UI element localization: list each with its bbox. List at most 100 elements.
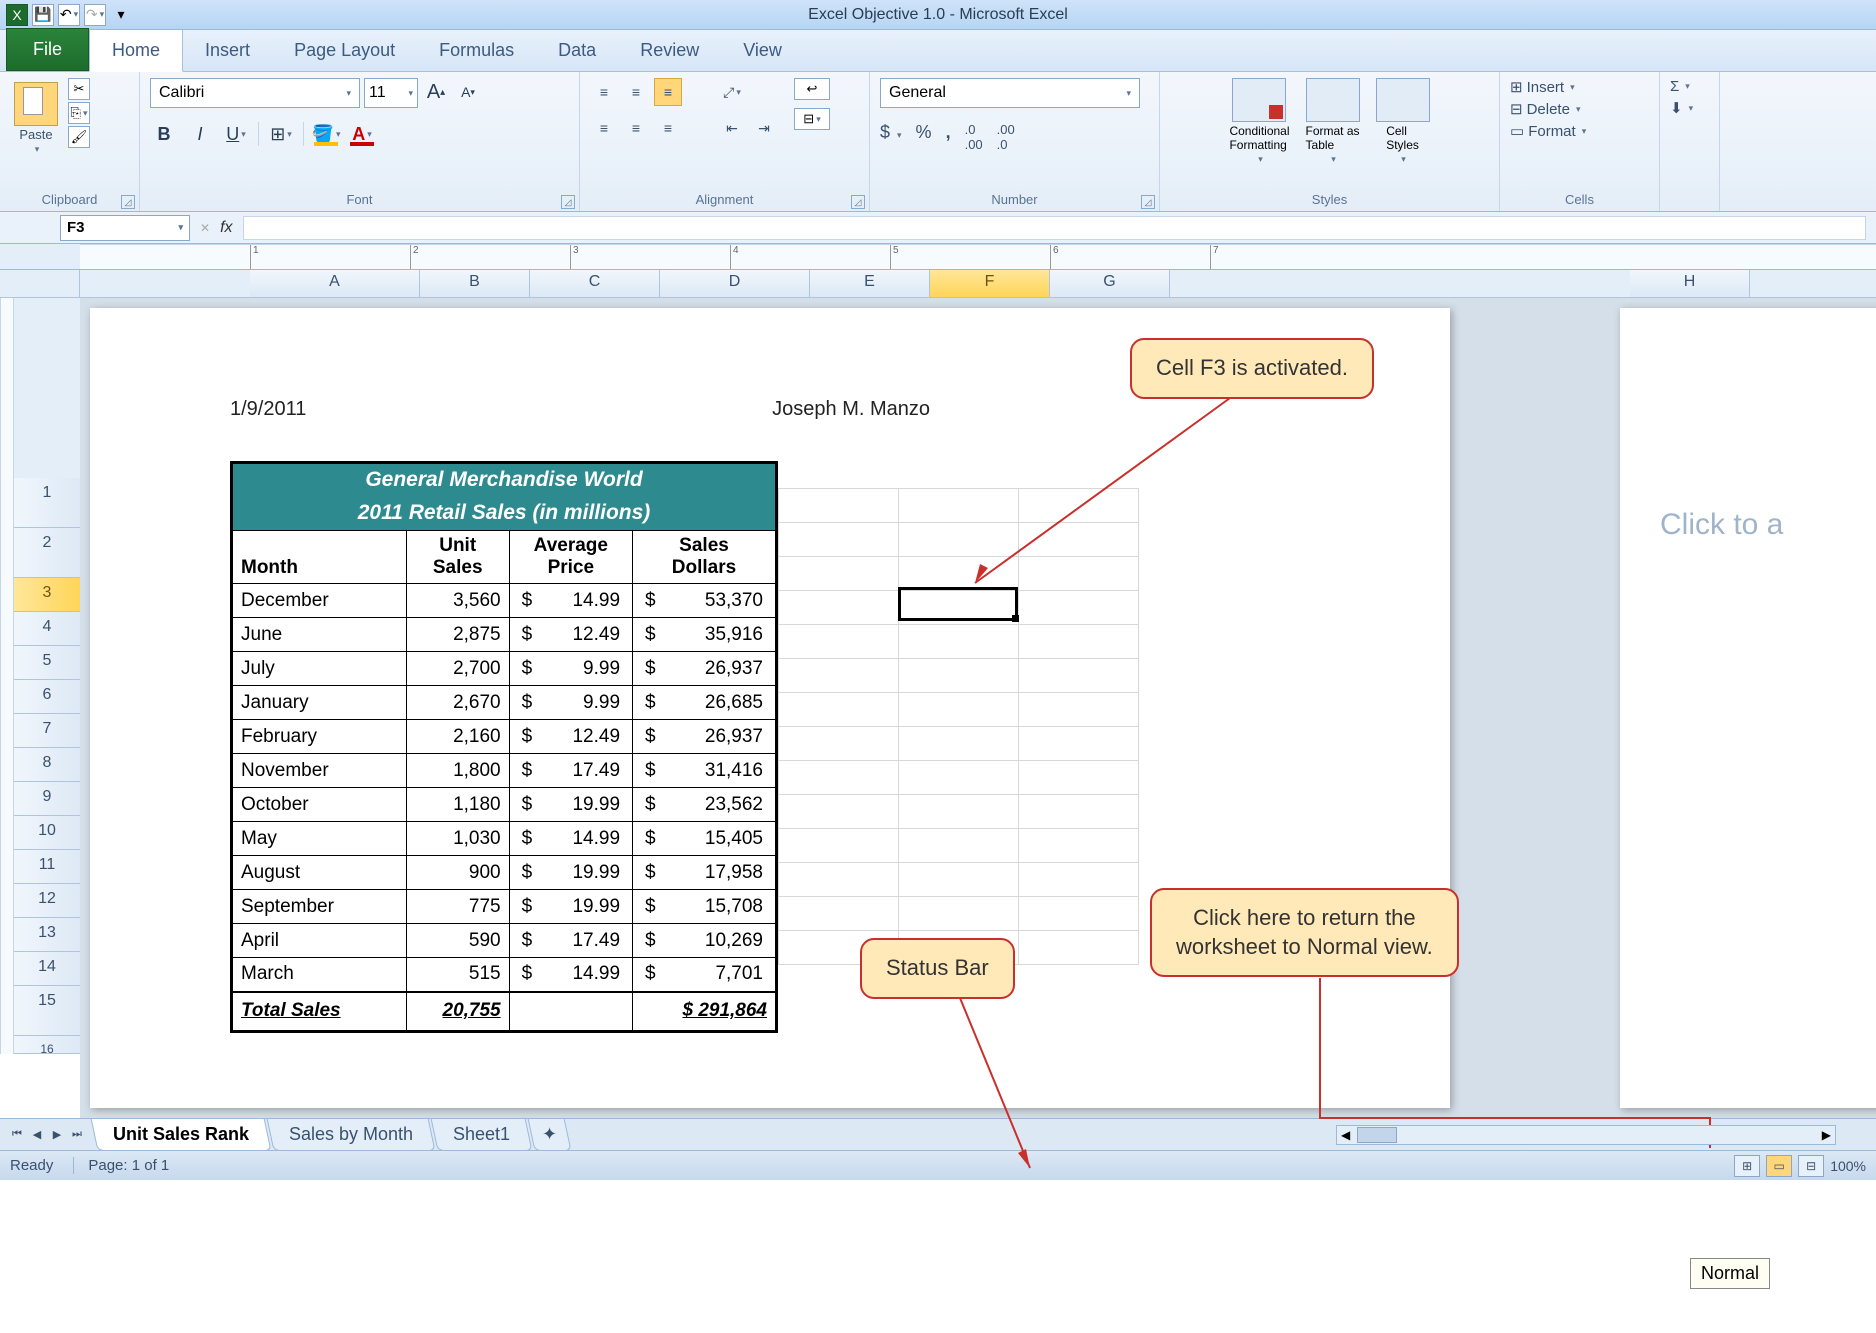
sheet-nav-prev[interactable]: ◀ xyxy=(28,1126,46,1144)
shrink-font-icon[interactable]: A▾ xyxy=(454,78,482,106)
table-row[interactable]: December3,560$14.99$53,370 xyxy=(232,584,777,618)
formula-input[interactable] xyxy=(243,216,1866,240)
col-header-h[interactable]: H xyxy=(1630,270,1750,297)
copy-icon[interactable]: ⎘▾ xyxy=(68,102,90,124)
col-header-a[interactable]: A xyxy=(250,270,420,297)
format-as-table-button[interactable]: Format as Table▾ xyxy=(1306,78,1360,165)
new-sheet-button[interactable]: ✦ xyxy=(528,1118,572,1151)
insert-cells-button[interactable]: ⊞Insert ▾ xyxy=(1510,78,1586,96)
italic-button[interactable]: I xyxy=(186,120,214,148)
qat-customize-icon[interactable]: ▾ xyxy=(110,4,132,26)
accounting-format-button[interactable]: $ ▾ xyxy=(880,122,902,152)
alignment-launcher[interactable]: ◿ xyxy=(851,195,865,209)
borders-button[interactable]: ⊞▾ xyxy=(267,120,295,148)
tab-review[interactable]: Review xyxy=(618,30,721,71)
tab-page-layout[interactable]: Page Layout xyxy=(272,30,417,71)
table-row[interactable]: April590$17.49$10,269 xyxy=(232,924,777,958)
col-header-f[interactable]: F xyxy=(930,270,1050,297)
bold-button[interactable]: B xyxy=(150,120,178,148)
row-header-14[interactable]: 14 xyxy=(14,952,80,986)
row-header-5[interactable]: 5 xyxy=(14,646,80,680)
fill-color-button[interactable]: 🪣▾ xyxy=(312,120,340,148)
row-header-6[interactable]: 6 xyxy=(14,680,80,714)
align-center-icon[interactable]: ≡ xyxy=(622,114,650,142)
sheet-nav-last[interactable]: ⏭ xyxy=(68,1126,86,1144)
clipboard-launcher[interactable]: ◿ xyxy=(121,195,135,209)
table-row[interactable]: January2,670$9.99$26,685 xyxy=(232,686,777,720)
col-header-b[interactable]: B xyxy=(420,270,530,297)
sheet-tab-sheet1[interactable]: Sheet1 xyxy=(431,1118,533,1151)
merge-center-icon[interactable]: ⊟▾ xyxy=(794,108,830,130)
active-cell-f3[interactable] xyxy=(898,587,1018,621)
orientation-icon[interactable]: ⤢▾ xyxy=(718,78,746,106)
sheet-tab-sales-by-month[interactable]: Sales by Month xyxy=(267,1118,436,1151)
row-header-15[interactable]: 15 xyxy=(14,986,80,1036)
underline-button[interactable]: U▾ xyxy=(222,120,250,148)
view-page-layout-button[interactable]: ▭ xyxy=(1766,1155,1792,1177)
col-header-c[interactable]: C xyxy=(530,270,660,297)
delete-cells-button[interactable]: ⊟Delete ▾ xyxy=(1510,100,1586,118)
tab-view[interactable]: View xyxy=(721,30,804,71)
row-header-11[interactable]: 11 xyxy=(14,850,80,884)
align-bottom-icon[interactable]: ≡ xyxy=(654,78,682,106)
align-right-icon[interactable]: ≡ xyxy=(654,114,682,142)
undo-icon[interactable]: ↶▾ xyxy=(58,4,80,26)
row-header-3[interactable]: 3 xyxy=(14,578,80,612)
wrap-text-icon[interactable]: ↩ xyxy=(794,78,830,100)
row-header-9[interactable]: 9 xyxy=(14,782,80,816)
table-row[interactable]: October1,180$19.99$23,562 xyxy=(232,788,777,822)
sheet-tab-unit-sales-rank[interactable]: Unit Sales Rank xyxy=(90,1118,271,1151)
grow-font-icon[interactable]: A▴ xyxy=(422,78,450,106)
increase-indent-icon[interactable]: ⇥ xyxy=(750,114,778,142)
tab-formulas[interactable]: Formulas xyxy=(417,30,536,71)
excel-app-icon[interactable]: X xyxy=(6,4,28,26)
file-tab[interactable]: File xyxy=(6,28,89,71)
align-left-icon[interactable]: ≡ xyxy=(590,114,618,142)
row-header-8[interactable]: 8 xyxy=(14,748,80,782)
row-header-1[interactable]: 1 xyxy=(14,478,80,528)
font-launcher[interactable]: ◿ xyxy=(561,195,575,209)
row-header-2[interactable]: 2 xyxy=(14,528,80,578)
font-name-dropdown[interactable]: Calibri▾ xyxy=(150,78,360,108)
horizontal-scrollbar[interactable]: ◀ ▶ xyxy=(1336,1125,1836,1145)
conditional-formatting-button[interactable]: Conditional Formatting▾ xyxy=(1229,78,1289,165)
font-color-button[interactable]: A▾ xyxy=(348,120,376,148)
increase-decimal-button[interactable]: .0.00 xyxy=(965,122,983,152)
table-row[interactable]: September775$19.99$15,708 xyxy=(232,890,777,924)
redo-icon[interactable]: ↷▾ xyxy=(84,4,106,26)
sheet-nav-next[interactable]: ▶ xyxy=(48,1126,66,1144)
view-page-break-button[interactable]: ⊟ xyxy=(1798,1155,1824,1177)
fill-button[interactable]: ⬇ ▾ xyxy=(1670,99,1693,117)
col-header-d[interactable]: D xyxy=(660,270,810,297)
comma-format-button[interactable]: , xyxy=(946,122,951,152)
table-row[interactable]: July2,700$9.99$26,937 xyxy=(232,652,777,686)
table-row[interactable]: May1,030$14.99$15,405 xyxy=(232,822,777,856)
format-cells-button[interactable]: ▭Format ▾ xyxy=(1510,122,1586,140)
tab-home[interactable]: Home xyxy=(89,29,183,72)
autosum-button[interactable]: Σ ▾ xyxy=(1670,78,1693,95)
number-launcher[interactable]: ◿ xyxy=(1141,195,1155,209)
table-row[interactable]: June2,875$12.49$35,916 xyxy=(232,618,777,652)
row-header-4[interactable]: 4 xyxy=(14,612,80,646)
name-box[interactable]: F3▾ xyxy=(60,215,190,241)
table-row[interactable]: November1,800$17.49$31,416 xyxy=(232,754,777,788)
table-row[interactable]: February2,160$12.49$26,937 xyxy=(232,720,777,754)
col-header-g[interactable]: G xyxy=(1050,270,1170,297)
save-icon[interactable]: 💾 xyxy=(32,4,54,26)
row-header-12[interactable]: 12 xyxy=(14,884,80,918)
number-format-dropdown[interactable]: General▾ xyxy=(880,78,1140,108)
format-painter-icon[interactable]: 🖌 xyxy=(68,126,90,148)
empty-cells-grid[interactable] xyxy=(778,488,1139,965)
row-header-16[interactable]: 16 xyxy=(14,1036,80,1054)
sheet-nav-first[interactable]: ⏮ xyxy=(8,1126,26,1144)
align-top-icon[interactable]: ≡ xyxy=(590,78,618,106)
cell-styles-button[interactable]: Cell Styles▾ xyxy=(1376,78,1430,165)
tab-data[interactable]: Data xyxy=(536,30,618,71)
col-header-e[interactable]: E xyxy=(810,270,930,297)
zoom-level[interactable]: 100% xyxy=(1830,1158,1866,1174)
fx-icon[interactable]: fx xyxy=(220,219,232,237)
select-all-corner[interactable] xyxy=(0,270,80,297)
font-size-dropdown[interactable]: 11▾ xyxy=(364,78,418,108)
row-header-7[interactable]: 7 xyxy=(14,714,80,748)
row-header-10[interactable]: 10 xyxy=(14,816,80,850)
